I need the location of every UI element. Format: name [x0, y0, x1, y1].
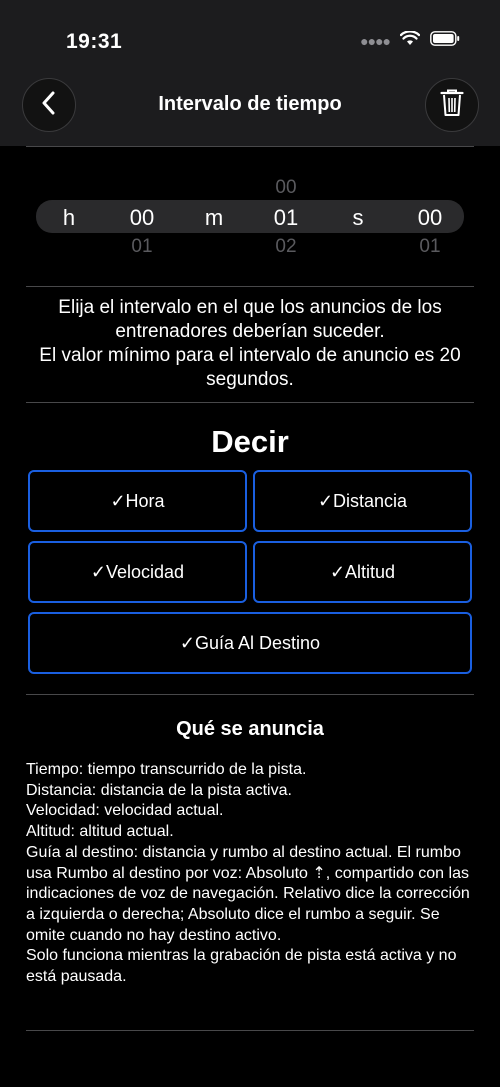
status-time: 19:31: [66, 30, 123, 53]
minutes-label: m: [204, 205, 224, 230]
info-line-note: Solo funciona mientras la grabación de p…: [26, 947, 461, 986]
seconds-wheel[interactable]: 00: [400, 205, 460, 231]
divider: [26, 694, 474, 695]
trash-icon: [440, 89, 464, 122]
minutes-next-value: 02: [275, 236, 297, 257]
nav-bar: Intervalo de tiempo: [0, 60, 500, 146]
divider: [26, 402, 474, 403]
info-line-time: Tiempo: tiempo transcurrido de la pista.: [26, 761, 307, 778]
hours-label: h: [62, 205, 76, 230]
info-line-distance: Distancia: distancia de la pista activa.: [26, 781, 292, 799]
toggle-speed-button[interactable]: ✓Velocidad: [28, 541, 247, 603]
cellular-icon: ●●●●: [360, 33, 391, 49]
delete-button[interactable]: [425, 78, 479, 132]
hours-next-value: 01: [131, 236, 153, 257]
divider: [26, 286, 474, 287]
say-section-title: Decir: [211, 424, 289, 459]
minutes-wheel[interactable]: 01: [256, 205, 316, 231]
wifi-icon: [399, 30, 421, 51]
status-bar: 19:31 ●●●●: [0, 0, 500, 60]
seconds-label: s: [352, 205, 364, 230]
toggle-destination-guidance-button[interactable]: ✓Guía Al Destino: [28, 612, 472, 674]
seconds-next-value: 01: [419, 236, 441, 257]
interval-description: Elija el intervalo en el que los anuncio…: [39, 297, 461, 390]
hours-wheel[interactable]: 00: [112, 205, 172, 231]
status-icons: ●●●●: [360, 30, 460, 51]
battery-icon: [430, 31, 460, 51]
info-line-destination: Guía al destino: distancia y rumbo al de…: [26, 843, 475, 944]
minutes-prev-value: 00: [275, 177, 297, 198]
divider: [26, 146, 474, 147]
info-text: Tiempo: tiempo transcurrido de la pista.…: [26, 760, 478, 988]
toggle-altitude-button[interactable]: ✓Altitud: [253, 541, 472, 603]
divider: [26, 1030, 474, 1031]
toggle-distance-button[interactable]: ✓Distancia: [253, 470, 472, 532]
info-section-title: Qué se anuncia: [176, 718, 324, 740]
info-line-altitude: Altitud: altitud actual.: [26, 823, 174, 841]
toggle-time-button[interactable]: ✓Hora: [28, 470, 247, 532]
info-line-speed: Velocidad: velocidad actual.: [26, 802, 224, 820]
